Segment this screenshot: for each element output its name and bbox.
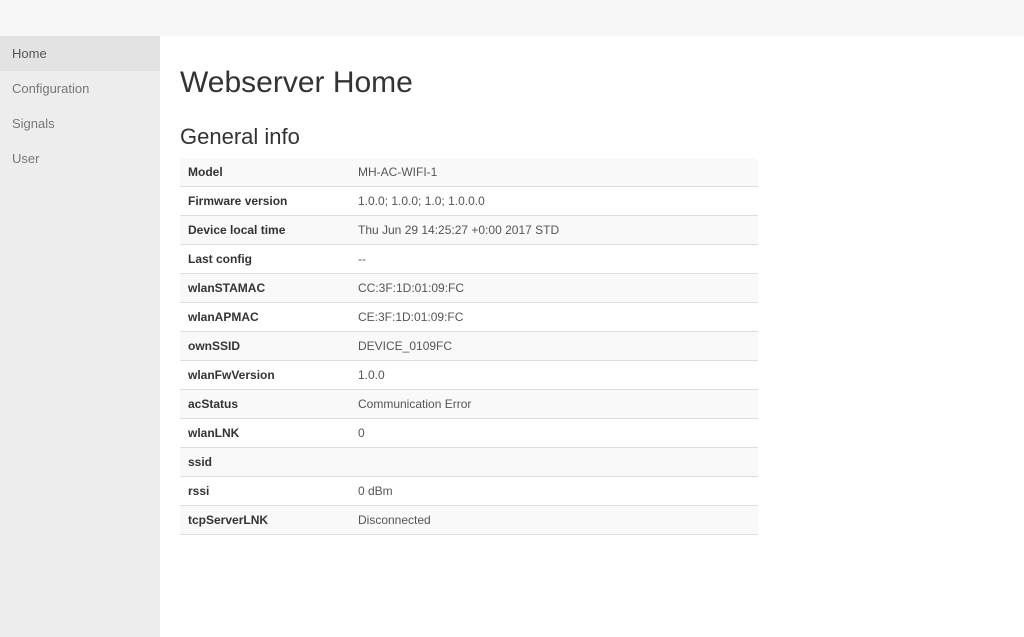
row-label: Model [180, 158, 350, 187]
table-row: Last config -- [180, 245, 758, 274]
row-value: 1.0.0 [350, 361, 758, 390]
table-row: wlanSTAMAC CC:3F:1D:01:09:FC [180, 274, 758, 303]
sidebar-item-label: Home [12, 46, 47, 61]
row-value: 0 [350, 419, 758, 448]
sidebar: Home Configuration Signals User [0, 36, 160, 637]
row-label: wlanLNK [180, 419, 350, 448]
row-value: CE:3F:1D:01:09:FC [350, 303, 758, 332]
general-info-table: Model MH-AC-WIFI-1 Firmware version 1.0.… [180, 158, 758, 535]
row-value: MH-AC-WIFI-1 [350, 158, 758, 187]
row-label: acStatus [180, 390, 350, 419]
table-row: Model MH-AC-WIFI-1 [180, 158, 758, 187]
sidebar-item-label: Configuration [12, 81, 89, 96]
general-info-heading: General info [180, 124, 758, 150]
page-title: Webserver Home [180, 66, 758, 108]
row-value: Disconnected [350, 506, 758, 535]
table-row: Firmware version 1.0.0; 1.0.0; 1.0; 1.0.… [180, 187, 758, 216]
row-label: wlanSTAMAC [180, 274, 350, 303]
row-value: 1.0.0; 1.0.0; 1.0; 1.0.0.0 [350, 187, 758, 216]
top-bar [0, 0, 1024, 36]
page-layout: Home Configuration Signals User Webserve… [0, 36, 1024, 637]
row-value [350, 448, 758, 477]
table-row: wlanFwVersion 1.0.0 [180, 361, 758, 390]
table-row: wlanLNK 0 [180, 419, 758, 448]
row-label: ssid [180, 448, 350, 477]
row-value: Thu Jun 29 14:25:27 +0:00 2017 STD [350, 216, 758, 245]
row-value: -- [350, 245, 758, 274]
table-row: Device local time Thu Jun 29 14:25:27 +0… [180, 216, 758, 245]
table-row: acStatus Communication Error [180, 390, 758, 419]
table-row: rssi 0 dBm [180, 477, 758, 506]
content-area: Webserver Home General info Model MH-AC-… [160, 36, 1024, 637]
row-label: Device local time [180, 216, 350, 245]
table-row: ownSSID DEVICE_0109FC [180, 332, 758, 361]
sidebar-item-configuration[interactable]: Configuration [0, 71, 160, 106]
row-label: wlanFwVersion [180, 361, 350, 390]
table-row: ssid [180, 448, 758, 477]
row-label: tcpServerLNK [180, 506, 350, 535]
sidebar-item-home[interactable]: Home [0, 36, 160, 71]
row-label: ownSSID [180, 332, 350, 361]
table-row: wlanAPMAC CE:3F:1D:01:09:FC [180, 303, 758, 332]
sidebar-item-label: User [12, 151, 39, 166]
row-label: wlanAPMAC [180, 303, 350, 332]
row-value: Communication Error [350, 390, 758, 419]
row-value: CC:3F:1D:01:09:FC [350, 274, 758, 303]
table-row: tcpServerLNK Disconnected [180, 506, 758, 535]
sidebar-item-signals[interactable]: Signals [0, 106, 160, 141]
row-label: rssi [180, 477, 350, 506]
sidebar-item-user[interactable]: User [0, 141, 160, 176]
content-inner: Webserver Home General info Model MH-AC-… [180, 66, 758, 535]
row-value: DEVICE_0109FC [350, 332, 758, 361]
row-value: 0 dBm [350, 477, 758, 506]
row-label: Last config [180, 245, 350, 274]
row-label: Firmware version [180, 187, 350, 216]
sidebar-item-label: Signals [12, 116, 55, 131]
